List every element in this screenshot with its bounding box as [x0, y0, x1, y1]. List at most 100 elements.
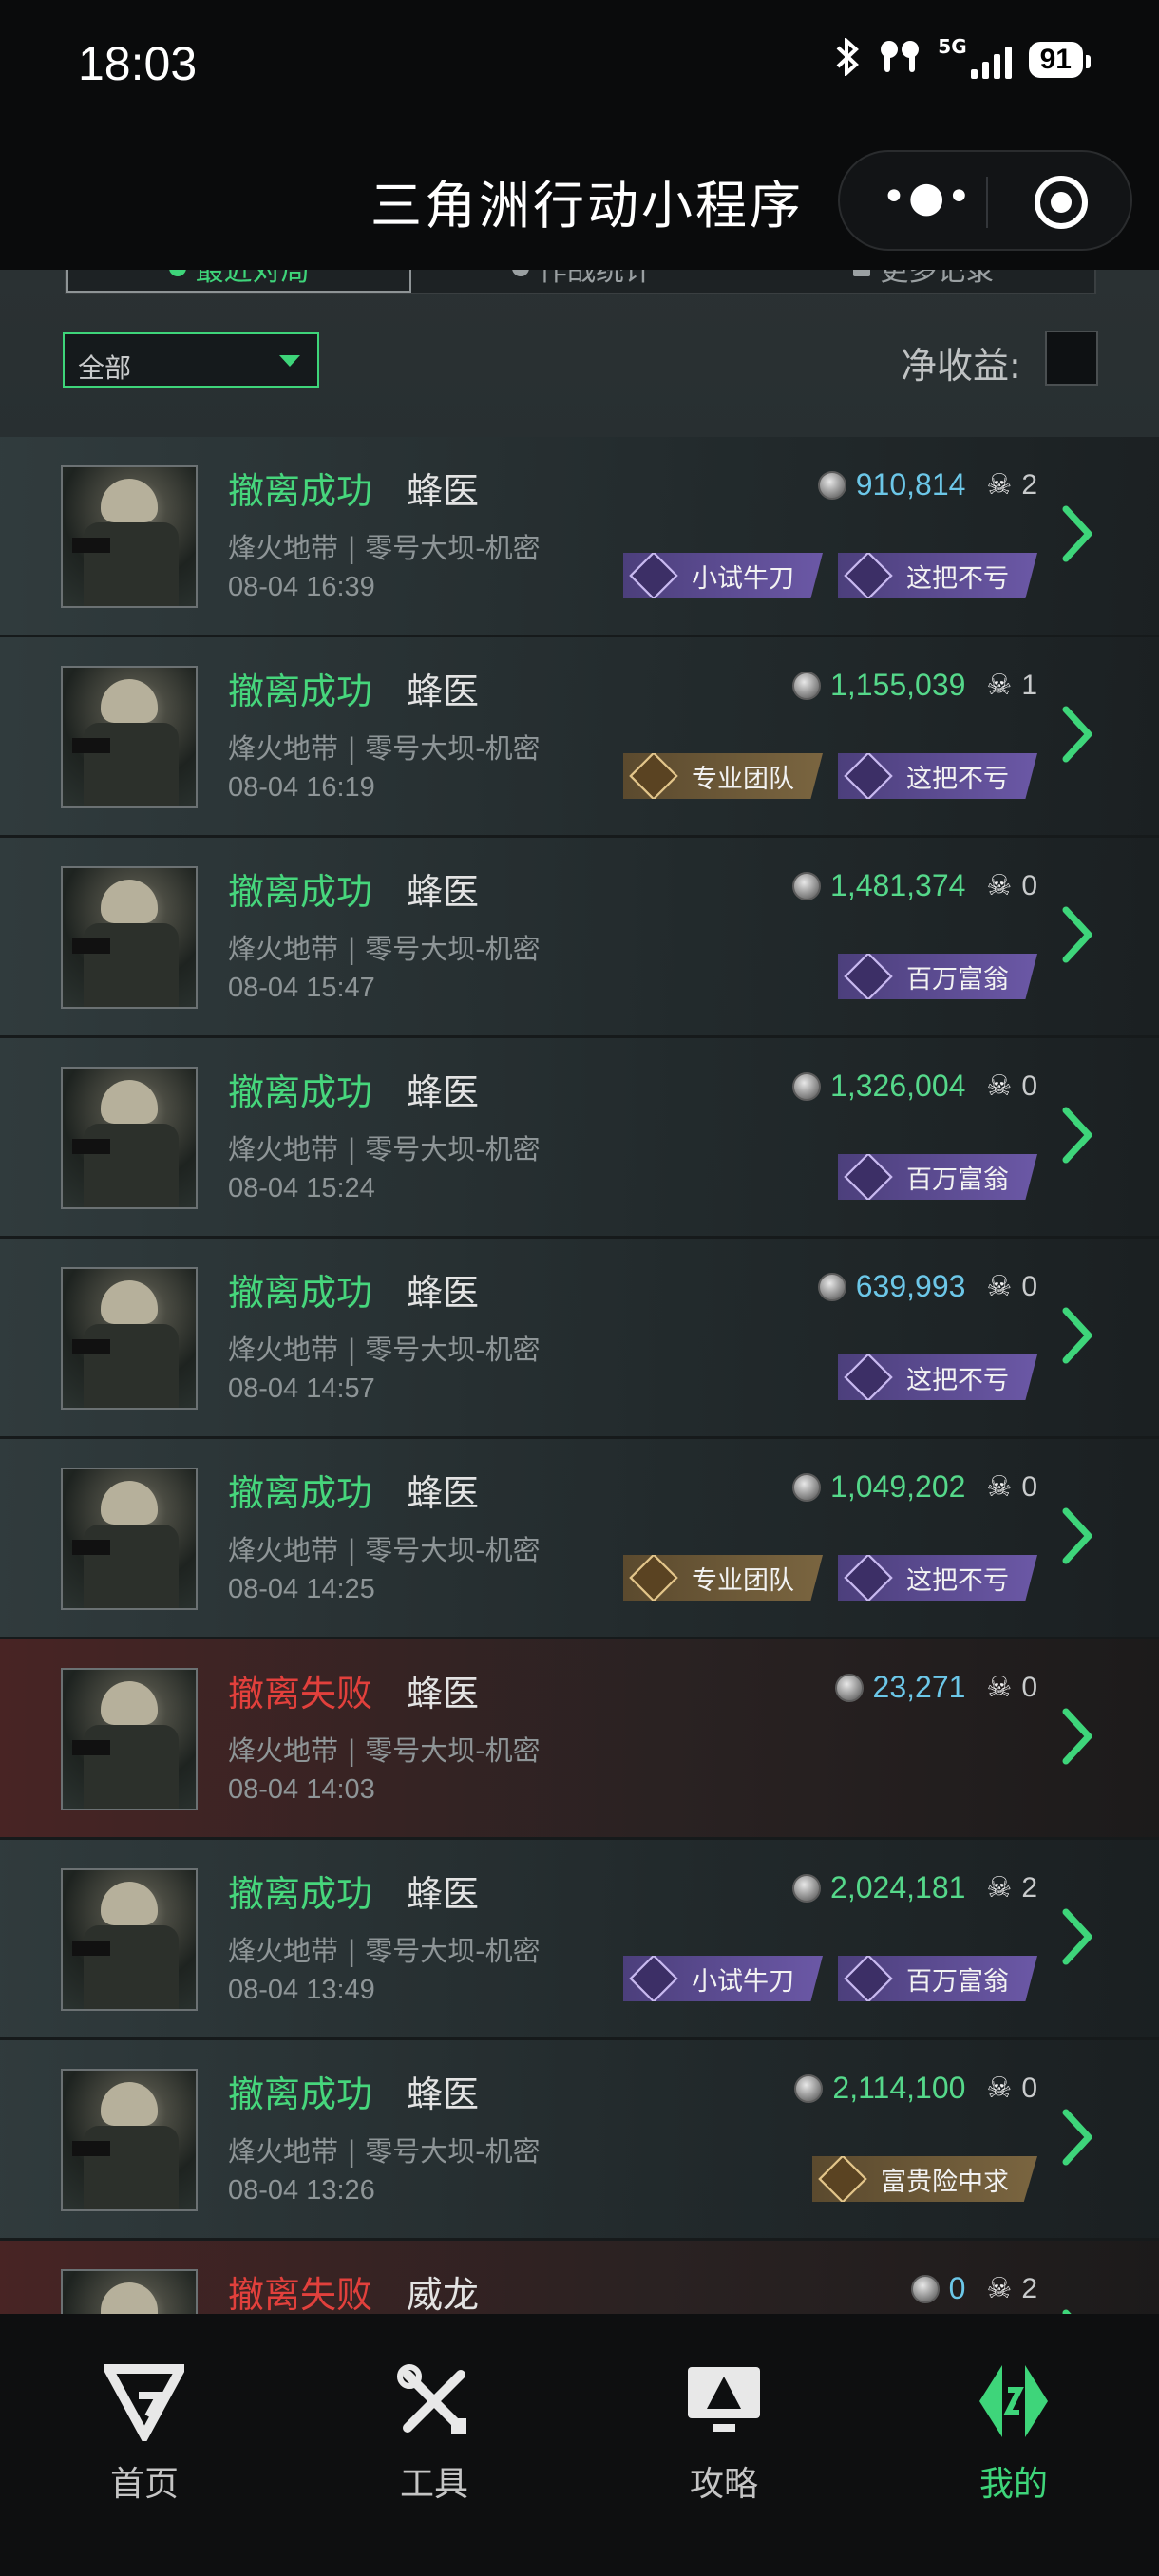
operator-avatar	[61, 1468, 198, 1610]
chevron-right-icon[interactable]	[1060, 1305, 1096, 1366]
profit-value: 1,049,202	[830, 1469, 966, 1504]
coin-icon	[792, 871, 822, 900]
coin-icon	[792, 671, 822, 700]
skull-icon: ☠	[986, 468, 1013, 502]
operator-name: 蜂医	[407, 470, 480, 512]
profit-value: 2,114,100	[832, 2071, 966, 2105]
match-record-row[interactable]: 撤离成功 蜂医 烽火地带 | 零号大坝-机密 08-04 13:49 2,024,181…	[0, 1840, 1159, 2040]
achievement-badge: 富贵险中求	[812, 2156, 1037, 2202]
nav-guide[interactable]: 攻略	[629, 2361, 819, 2506]
tab-combat-stats[interactable]: 作战统计	[411, 270, 752, 293]
skull-icon: ☠	[986, 869, 1013, 902]
skull-icon: ☠	[986, 1270, 1013, 1303]
match-stats: 1,326,004 ☠ 0	[792, 1069, 1037, 1104]
nav-profile[interactable]: 我的	[919, 2361, 1109, 2506]
match-time: 08-04 16:19	[228, 772, 375, 803]
badge-label: 小试牛刀	[692, 563, 794, 594]
nav-home[interactable]: 首页	[49, 2361, 239, 2506]
profit-value: 1,326,004	[830, 1069, 966, 1103]
map-name: 烽火地带 | 零号大坝-机密	[228, 732, 541, 765]
match-record-row[interactable]: 撤离成功 蜂医 烽火地带 | 零号大坝-机密 08-04 16:19 1,155,039…	[0, 637, 1159, 838]
network-label: 5G	[938, 35, 967, 58]
skull-icon: ☠	[986, 1070, 1013, 1103]
match-record-row[interactable]: 撤离失败 威龙 0 ☠ 2	[0, 2241, 1159, 2314]
status-bar: 18:03 5G 91	[0, 0, 1159, 133]
match-time: 08-04 14:03	[228, 1774, 375, 1805]
mode-filter-dropdown[interactable]: 全部	[63, 332, 319, 388]
match-record-row[interactable]: 撤离失败 蜂医 烽火地带 | 零号大坝-机密 08-04 14:03 23,271 ☠ 0	[0, 1639, 1159, 1840]
chevron-right-icon[interactable]	[1060, 1105, 1096, 1165]
nav-label: 工具	[399, 2465, 468, 2504]
achievement-badges: 百万富翁	[838, 954, 1037, 999]
achievement-badge: 这把不亏	[838, 1555, 1037, 1601]
kill-count: 0	[1021, 869, 1037, 901]
status-icons: 5G 91	[833, 35, 1092, 82]
extraction-status: 撤离成功	[228, 1472, 373, 1514]
chevron-right-icon[interactable]	[1060, 503, 1096, 564]
operator-avatar	[61, 2269, 198, 2314]
chevron-right-icon[interactable]	[1060, 904, 1096, 965]
match-record-row[interactable]: 撤离成功 蜂医 烽火地带 | 零号大坝-机密 08-04 14:57 639,993 ☠ 0…	[0, 1239, 1159, 1439]
operator-name: 蜂医	[407, 1272, 480, 1314]
signal-icon	[970, 41, 1012, 79]
match-record-row[interactable]: 撤离成功 蜂医 烽火地带 | 零号大坝-机密 08-04 16:39 910,814 ☠ 2…	[0, 437, 1159, 637]
status-time: 18:03	[78, 37, 198, 90]
chevron-right-icon[interactable]	[1060, 2307, 1096, 2314]
badge-label: 百万富翁	[906, 1966, 1009, 1997]
kill-count: 0	[1021, 1671, 1037, 1703]
match-record-row[interactable]: 撤离成功 蜂医 烽火地带 | 零号大坝-机密 08-04 15:47 1,481,374…	[0, 838, 1159, 1038]
match-record-row[interactable]: 撤离成功 蜂医 烽火地带 | 零号大坝-机密 08-04 14:25 1,049,202…	[0, 1439, 1159, 1639]
kill-count: 2	[1021, 2272, 1037, 2304]
mini-program-capsule: •●•	[838, 150, 1132, 251]
match-stats: 910,814 ☠ 2	[817, 467, 1037, 502]
tools-icon	[397, 2364, 466, 2434]
match-time: 08-04 13:49	[228, 1975, 375, 2005]
chevron-right-icon[interactable]	[1060, 1906, 1096, 1967]
extraction-status: 撤离成功	[228, 470, 373, 512]
achievement-badge: 专业团队	[623, 1555, 823, 1601]
map-name: 烽火地带 | 零号大坝-机密	[228, 2135, 541, 2168]
badge-label: 百万富翁	[906, 964, 1009, 994]
coin-icon	[817, 1272, 846, 1301]
target-close-icon[interactable]	[1035, 176, 1088, 229]
badge-emblem-icon	[844, 1354, 893, 1400]
badge-emblem-icon	[844, 1956, 893, 2001]
operator-name: 蜂医	[407, 1673, 480, 1714]
badge-label: 这把不亏	[906, 1565, 1009, 1596]
tab-label: 作战统计	[538, 270, 653, 288]
more-dots-icon[interactable]: •●•	[882, 177, 973, 218]
badge-label: 这把不亏	[906, 563, 1009, 594]
match-time: 08-04 16:39	[228, 572, 375, 602]
achievement-badges: 百万富翁	[838, 1154, 1037, 1200]
match-time: 08-04 15:24	[228, 1173, 375, 1203]
achievement-badges: 富贵险中求	[812, 2156, 1037, 2202]
coin-icon	[834, 1673, 864, 1702]
profit-value: 23,271	[872, 1670, 966, 1704]
earbuds-icon	[879, 38, 921, 82]
map-name: 烽火地带 | 零号大坝-机密	[228, 1133, 541, 1165]
profit-value: 1,481,374	[830, 868, 966, 902]
badge-emblem-icon	[629, 753, 678, 799]
achievement-badges: 专业团队 这把不亏	[623, 753, 1037, 799]
net-profit-checkbox[interactable]	[1045, 331, 1098, 386]
achievement-badges: 小试牛刀 这把不亏	[623, 553, 1037, 598]
achievement-badge: 这把不亏	[838, 553, 1037, 598]
achievement-badge: 专业团队	[623, 753, 823, 799]
nav-tools[interactable]: 工具	[339, 2361, 529, 2506]
extraction-status: 撤离成功	[228, 1873, 373, 1915]
achievement-badge: 百万富翁	[838, 954, 1037, 999]
net-profit-label: 净收益:	[901, 345, 1021, 387]
operator-avatar	[61, 866, 198, 1009]
match-record-row[interactable]: 撤离成功 蜂医 烽火地带 | 零号大坝-机密 08-04 13:26 2,114,100…	[0, 2040, 1159, 2241]
chevron-right-icon[interactable]	[1060, 1706, 1096, 1767]
operator-name: 蜂医	[407, 1873, 480, 1915]
match-record-row[interactable]: 撤离成功 蜂医 烽火地带 | 零号大坝-机密 08-04 15:24 1,326,004…	[0, 1038, 1159, 1239]
tab-recent-matches[interactable]: 最近对局	[66, 270, 412, 293]
kill-count: 0	[1021, 1270, 1037, 1302]
achievement-badge: 这把不亏	[838, 1354, 1037, 1400]
chevron-right-icon[interactable]	[1060, 2107, 1096, 2168]
tab-more-records[interactable]: 更多记录	[753, 270, 1094, 293]
map-name: 烽火地带 | 零号大坝-机密	[228, 933, 541, 965]
chevron-right-icon[interactable]	[1060, 704, 1096, 765]
chevron-right-icon[interactable]	[1060, 1506, 1096, 1566]
